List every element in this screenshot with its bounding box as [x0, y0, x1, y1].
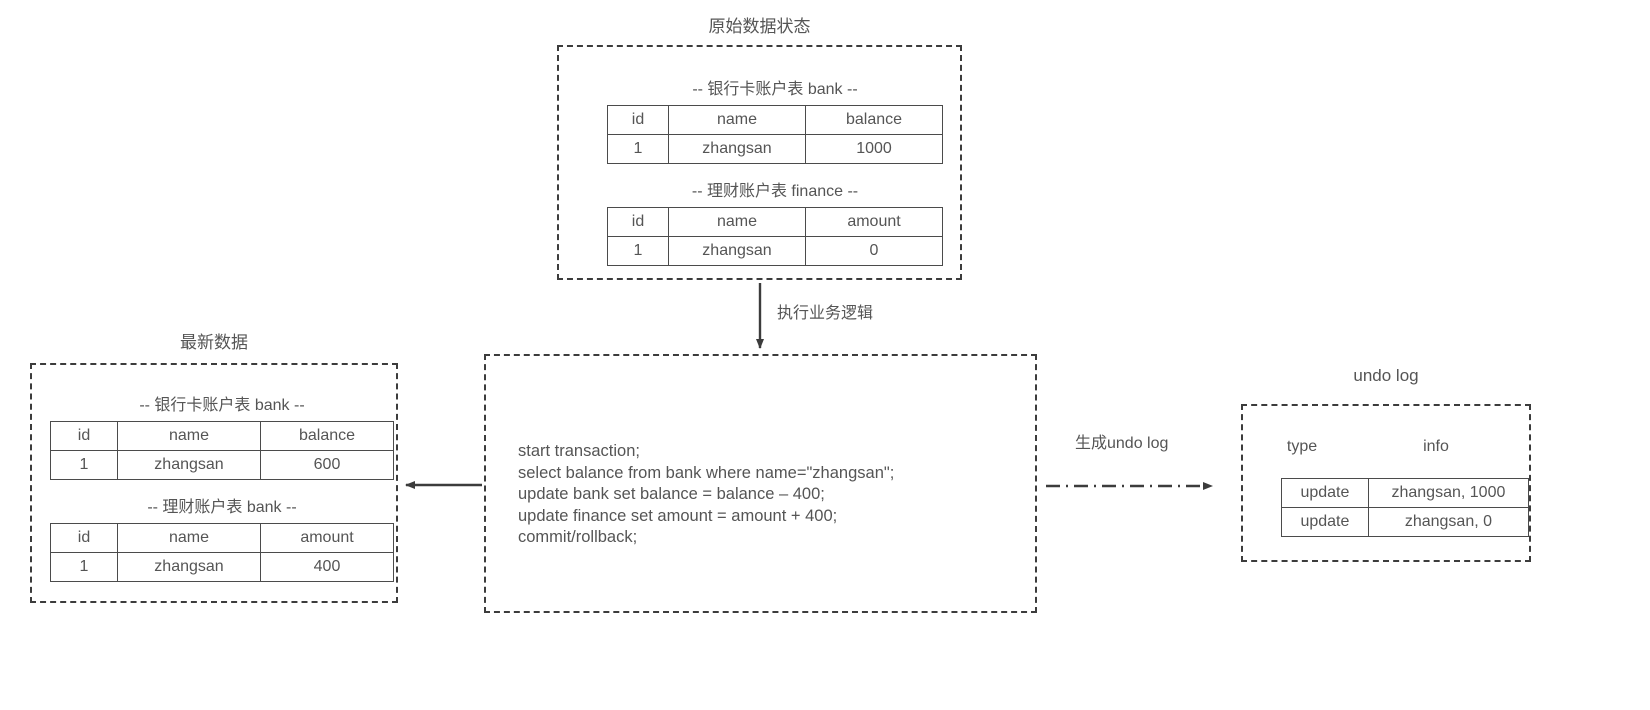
cell-balance: 1000 [805, 134, 943, 164]
column-header-info: info [1423, 438, 1449, 455]
column-header-id: id [607, 105, 669, 135]
original-state-box: -- 银行卡账户表 bank -- id name balance 1 zhan… [557, 45, 962, 280]
cell-info: zhangsan, 0 [1367, 507, 1530, 537]
undo-log-table-wrap: update zhangsan, 1000 update zhangsan, 0 [1281, 478, 1530, 537]
bank-table-original: id name balance 1 zhangsan 1000 [607, 105, 943, 164]
undo-log-table: update zhangsan, 1000 update zhangsan, 0 [1281, 478, 1530, 537]
diagram-canvas: 原始数据状态 -- 银行卡账户表 bank -- id name balance… [0, 0, 1650, 710]
column-header-name: name [668, 207, 806, 237]
bank-table-latest-title: -- 银行卡账户表 bank -- [139, 397, 305, 414]
label-generate-undo-log: 生成undo log [1075, 435, 1169, 452]
table-row: update zhangsan, 0 [1281, 507, 1530, 537]
cell-id: 1 [50, 552, 118, 582]
cell-name: zhangsan [117, 552, 261, 582]
table-row: 1 zhangsan 1000 [607, 134, 943, 164]
sql-line-start-transaction: start transaction; [518, 442, 640, 460]
sql-line-update-bank: update bank set balance = balance – 400; [518, 485, 825, 503]
column-header-name: name [668, 105, 806, 135]
cell-balance: 600 [260, 450, 394, 480]
column-header-id: id [607, 207, 669, 237]
column-header-balance: balance [805, 105, 943, 135]
finance-table-latest-wrap: -- 理财账户表 bank -- id name amount 1 zhangs… [50, 493, 394, 582]
cell-type: update [1281, 507, 1369, 537]
finance-table-latest: id name amount 1 zhangsan 400 [50, 523, 394, 582]
column-header-id: id [50, 523, 118, 553]
column-header-balance: balance [260, 421, 394, 451]
finance-table-latest-title: -- 理财账户表 bank -- [147, 499, 297, 516]
table-header-row: id name amount [607, 207, 943, 237]
label-exec-business-logic: 执行业务逻辑 [777, 305, 874, 322]
table-header-row: id name balance [607, 105, 943, 135]
finance-table-original-wrap: -- 理财账户表 finance -- id name amount 1 zha… [607, 177, 943, 266]
bank-table-original-wrap: -- 银行卡账户表 bank -- id name balance 1 zhan… [607, 75, 943, 164]
table-row: 1 zhangsan 0 [607, 236, 943, 266]
table-header-row: id name balance [50, 421, 394, 451]
column-header-amount: amount [260, 523, 394, 553]
sql-line-select: select balance from bank where name="zha… [518, 463, 895, 482]
cell-type: update [1281, 478, 1369, 508]
sql-line-update-finance: update finance set amount = amount + 400… [518, 506, 838, 525]
column-header-amount: amount [805, 207, 943, 237]
cell-amount: 400 [260, 552, 394, 582]
sql-statement-block: start transaction; select balance from b… [518, 441, 894, 549]
cell-name: zhangsan [117, 450, 261, 480]
caption-latest-data: 最新数据 [180, 333, 248, 352]
column-header-type: type [1286, 438, 1318, 455]
cell-id: 1 [50, 450, 118, 480]
bank-table-latest: id name balance 1 zhangsan 600 [50, 421, 394, 480]
finance-table-original-title: -- 理财账户表 finance -- [691, 183, 859, 200]
table-header-row: id name amount [50, 523, 394, 553]
cell-name: zhangsan [668, 236, 806, 266]
transaction-box: start transaction; select balance from b… [484, 354, 1037, 613]
finance-table-original: id name amount 1 zhangsan 0 [607, 207, 943, 266]
table-row: 1 zhangsan 600 [50, 450, 394, 480]
caption-undo-log: undo log [1353, 366, 1419, 385]
column-header-name: name [117, 421, 261, 451]
sql-line-commit-rollback: commit/rollback; [518, 528, 638, 546]
undo-log-box: type info update zhangsan, 1000 update z… [1241, 404, 1531, 562]
caption-original-state: 原始数据状态 [708, 17, 811, 36]
table-row: update zhangsan, 1000 [1281, 478, 1530, 508]
cell-id: 1 [607, 236, 669, 266]
column-header-id: id [50, 421, 118, 451]
cell-amount: 0 [805, 236, 943, 266]
bank-table-latest-wrap: -- 银行卡账户表 bank -- id name balance 1 zhan… [50, 391, 394, 480]
undo-log-header-labels: type info [1243, 438, 1529, 456]
bank-table-original-title: -- 银行卡账户表 bank -- [692, 81, 858, 98]
latest-data-box: -- 银行卡账户表 bank -- id name balance 1 zhan… [30, 363, 398, 603]
cell-info: zhangsan, 1000 [1367, 478, 1530, 508]
column-header-name: name [117, 523, 261, 553]
table-row: 1 zhangsan 400 [50, 552, 394, 582]
cell-name: zhangsan [668, 134, 806, 164]
cell-id: 1 [607, 134, 669, 164]
